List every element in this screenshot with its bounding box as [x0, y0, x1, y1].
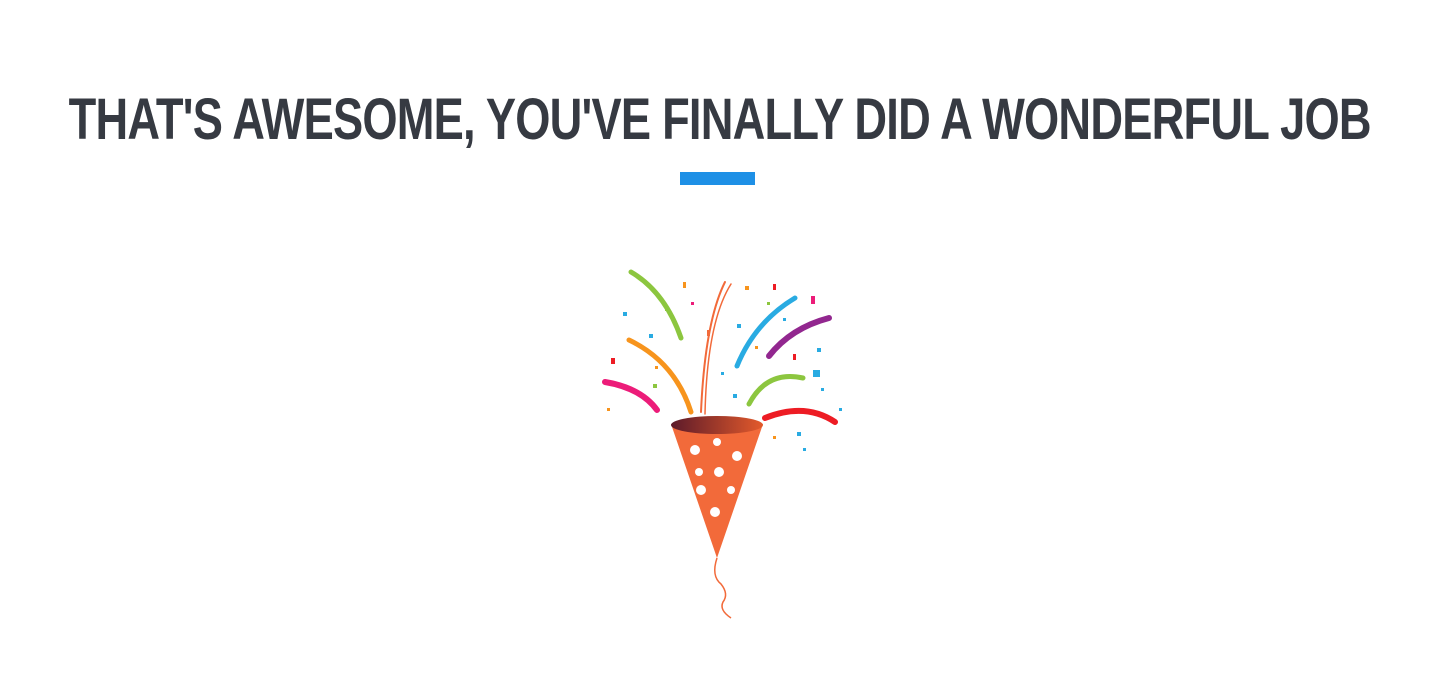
party-popper-icon — [602, 269, 842, 619]
heading-text: THAT'S AWESOME, YOU'VE FINALLY DID A WON… — [68, 87, 1371, 152]
heading-underline — [680, 172, 755, 185]
success-page: THAT'S AWESOME, YOU'VE FINALLY DID A WON… — [0, 0, 1439, 682]
success-heading: THAT'S AWESOME, YOU'VE FINALLY DID A WON… — [0, 80, 1439, 160]
